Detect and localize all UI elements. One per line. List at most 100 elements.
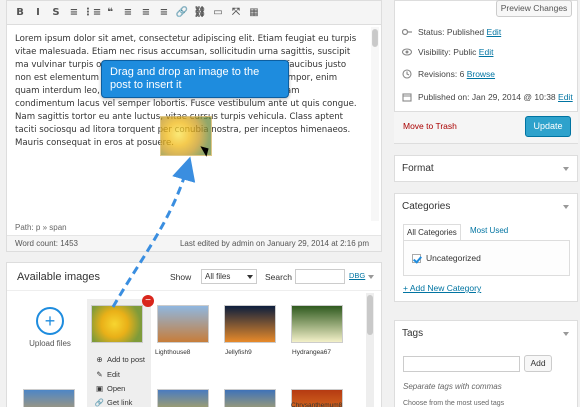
align-center-button[interactable]: ≡ (137, 4, 155, 22)
add-tag-button[interactable]: Add (524, 355, 552, 372)
editor-scrollbar[interactable] (371, 27, 379, 221)
show-filter-select[interactable]: All files (201, 269, 257, 284)
panel-toggle-icon[interactable] (368, 275, 374, 279)
editor-scroll-thumb[interactable] (372, 29, 378, 47)
published-row: Published on: Jan 29, 2014 @ 10:38 Edit (402, 92, 573, 102)
published-edit-link[interactable]: Edit (558, 92, 573, 102)
toolbar-toggle-icon: ▦ (249, 7, 259, 18)
image-action-open[interactable]: ▣ Open (95, 384, 125, 393)
fullscreen-icon: ⤧ (232, 7, 240, 18)
pencil-icon: ✎ (96, 370, 103, 379)
editor-toolbar: B I S ≡ ⋮≡ ❝ ≡ ≡ ≡ 🔗 ⛓ ▭ ⤧ ▦ (7, 1, 381, 25)
more-tag-icon: ▭ (213, 7, 223, 18)
italic-icon: I (36, 7, 40, 18)
link-icon: 🔗 (94, 398, 105, 407)
plus-circle-icon: + (36, 307, 64, 335)
status-edit-link[interactable]: Edit (487, 27, 502, 37)
category-item-uncategorized[interactable]: Uncategorized (412, 253, 481, 263)
editor-path: Path: p » span (7, 221, 381, 235)
align-left-button[interactable]: ≡ (119, 4, 137, 22)
most-used-tags-link[interactable]: Choose from the most used tags (403, 400, 504, 407)
revisions-browse-link[interactable]: Browse (467, 69, 495, 79)
italic-button[interactable]: I (29, 4, 47, 22)
eye-icon (401, 47, 413, 57)
tags-toggle-icon[interactable] (563, 332, 569, 336)
categories-toggle-icon[interactable] (563, 205, 569, 209)
tag-input[interactable] (403, 356, 520, 372)
image-action-add-to-post[interactable]: ⊕ Add to post (95, 355, 145, 364)
image-thumb[interactable] (157, 389, 209, 407)
image-thumb-label: Lighthouse8 (155, 349, 191, 356)
unlink-icon: ⛓ (193, 7, 207, 18)
bullet-list-icon: ≡ (69, 7, 79, 18)
move-to-trash-link[interactable]: Move to Trash (403, 121, 457, 131)
image-thumb[interactable] (224, 389, 276, 407)
bullet-list-button[interactable]: ≡ (65, 4, 83, 22)
drag-drop-tooltip: Drag and drop an image to the post to in… (101, 60, 289, 98)
upload-files-label: Upload files (29, 339, 71, 348)
upload-files-button[interactable]: + Upload files (25, 307, 75, 348)
tooltip-text: Drag and drop an image to the post to in… (110, 66, 260, 91)
image-thumb[interactable] (291, 305, 343, 343)
available-images-panel: Available images Show All files Search D… (6, 262, 382, 407)
insert-link-icon: 🔗 (175, 7, 189, 18)
image-thumb[interactable] (224, 305, 276, 343)
last-edited: Last edited by admin on January 29, 2014… (179, 239, 369, 248)
chevron-down-icon (247, 275, 253, 279)
images-scroll-thumb[interactable] (367, 295, 373, 335)
wp-post-editor-screen: B I S ≡ ⋮≡ ❝ ≡ ≡ ≡ 🔗 ⛓ ▭ ⤧ ▦ Lorem ipsum dolor sit am… (0, 0, 580, 407)
tab-all-categories[interactable]: All Categories (403, 224, 461, 240)
images-panel-title: Available images (17, 270, 100, 283)
strikethrough-icon: S (52, 7, 60, 18)
more-tag-button[interactable]: ▭ (209, 4, 227, 22)
key-icon (401, 27, 412, 37)
add-new-category-link[interactable]: + Add New Category (403, 283, 481, 293)
image-thumb-tulips[interactable] (91, 305, 143, 343)
visibility-edit-link[interactable]: Edit (479, 47, 494, 57)
dbg-link[interactable]: DBG (349, 271, 365, 280)
bold-button[interactable]: B (11, 4, 29, 22)
show-label: Show (170, 272, 192, 282)
update-button[interactable]: Update (525, 116, 571, 137)
format-toggle-icon[interactable] (563, 167, 569, 171)
preview-changes-button[interactable]: Preview Changes (496, 0, 572, 17)
format-title: Format (402, 163, 434, 174)
search-label: Search (265, 272, 292, 282)
unlink-button[interactable]: ⛓ (191, 4, 209, 22)
align-right-button[interactable]: ≡ (155, 4, 173, 22)
align-right-icon: ≡ (159, 7, 169, 18)
image-thumb-label: Hydrangea67 (292, 349, 332, 356)
image-action-label: Add to post (107, 355, 145, 364)
insert-link-button[interactable]: 🔗 (173, 4, 191, 22)
strikethrough-button[interactable]: S (47, 4, 65, 22)
published-label: Published on: Jan 29, 2014 @ 10:38 (418, 92, 556, 102)
word-count: Word count: 1453 (15, 239, 79, 248)
status-label: Status: Published (418, 27, 485, 37)
image-thumb-label: Jellyfish9 (225, 349, 252, 356)
numbered-list-button[interactable]: ⋮≡ (83, 4, 101, 22)
blockquote-button[interactable]: ❝ (101, 4, 119, 22)
align-center-icon: ≡ (141, 7, 151, 18)
tab-most-used[interactable]: Most Used (470, 226, 508, 235)
images-scrollbar[interactable] (366, 293, 374, 407)
image-icon: ▣ (95, 384, 104, 393)
toolbar-toggle-button[interactable]: ▦ (245, 4, 263, 22)
tags-title: Tags (402, 328, 424, 339)
category-checkbox[interactable] (412, 253, 421, 263)
categories-title: Categories (402, 201, 451, 212)
image-action-edit[interactable]: ✎ Edit (95, 370, 120, 379)
fullscreen-button[interactable]: ⤧ (227, 4, 245, 22)
image-thumb[interactable] (157, 305, 209, 343)
images-search-input[interactable] (295, 269, 345, 284)
remove-image-icon[interactable]: − (142, 295, 154, 307)
visibility-label: Visibility: Public (418, 47, 477, 57)
editor-status-bar: Word count: 1453 Last edited by admin on… (7, 235, 381, 251)
show-filter-value: All files (205, 272, 231, 281)
tags-hint: Separate tags with commas (403, 382, 502, 391)
image-action-label: Open (107, 384, 126, 393)
image-action-label: Edit (107, 370, 120, 379)
image-thumb[interactable] (23, 389, 75, 407)
bold-icon: B (16, 7, 24, 18)
image-thumb-label: Chrysanthemum8 (291, 402, 343, 407)
image-action-get-link[interactable]: 🔗 Get link (94, 398, 133, 407)
